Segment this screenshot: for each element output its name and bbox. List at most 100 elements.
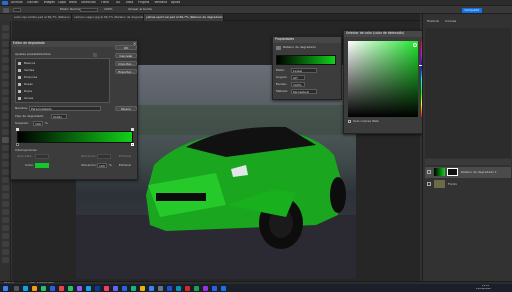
menu-item-8[interactable]: Vista [126,1,138,5]
taskbar-app-icon[interactable] [167,285,172,291]
taskbar-app-icon[interactable] [149,285,154,291]
taskbar-app-icon[interactable] [131,285,136,291]
layer-row[interactable]: Relleno de degradado 1 [425,167,511,178]
opacity-value[interactable]: 100% [104,8,113,11]
gradient-preview-bar[interactable] [17,131,133,143]
document-tab[interactable]: auto-rojo-lambo.psd al 66,7% (Relleno de… [12,14,72,21]
eye-icon[interactable] [427,170,431,174]
tool-icon[interactable] [2,89,9,95]
tool-icon[interactable] [2,33,9,39]
opacity-stop-right[interactable] [131,128,134,131]
taskbar-app-icon[interactable] [59,285,64,291]
cancel-button[interactable]: Cancelar [115,53,137,58]
preset-folder[interactable]: Rosas [18,82,98,88]
tool-icon[interactable] [2,233,9,239]
taskbar-app-icon[interactable] [68,285,73,291]
menu-item-5[interactable]: Selección [81,1,100,5]
color-field-cursor[interactable] [413,43,417,47]
tool-icon[interactable] [2,257,9,263]
tool-icon[interactable] [2,41,9,47]
tool-icon[interactable] [2,193,9,199]
taskbar-app-icon[interactable] [104,285,109,291]
preset-folder[interactable]: Rojos [18,89,98,95]
menu-item-1[interactable]: Edición [27,1,42,5]
tool-icon[interactable] [2,113,9,119]
taskbar-app-icon[interactable] [203,285,208,291]
windows-start-icon[interactable] [3,285,8,291]
tool-icon[interactable] [2,97,9,103]
tool-icon[interactable] [2,241,9,247]
tool-icon[interactable] [2,249,9,255]
tool-icon[interactable] [2,225,9,231]
tool-icon[interactable] [2,121,9,127]
taskbar-app-icon[interactable] [32,285,37,291]
smoothness-input[interactable]: 100 [33,121,43,126]
opacity-stop-left[interactable] [16,128,19,131]
taskbar-app-icon[interactable] [14,285,19,291]
tool-icon[interactable] [2,169,9,175]
scale-input[interactable]: 100% [291,82,305,87]
gradient-tool-icon[interactable] [3,7,9,13]
gear-icon[interactable] [93,53,97,57]
taskbar-app-icon[interactable] [113,285,118,291]
taskbar-app-icon[interactable] [50,285,55,291]
preset-folder[interactable]: Básicos [18,61,98,67]
taskbar-app-icon[interactable] [158,285,163,291]
menu-item-4[interactable]: Texto [69,1,81,5]
tool-icon[interactable] [2,185,9,191]
import-button[interactable]: Importar... [115,61,137,66]
menu-item-9[interactable]: Plugins [138,1,153,5]
tool-icon[interactable] [2,201,9,207]
taskbar-app-icon[interactable] [77,285,82,291]
document-tab[interactable]: camaro-negro.jpg al 66,7% (Relleno de de… [72,14,144,21]
preset-folder[interactable]: Púrpuras [18,75,98,81]
menu-item-7[interactable]: 3D [116,1,125,5]
menu-item-3[interactable]: Capa [58,1,68,5]
stop-opacity-input[interactable] [35,154,49,159]
tool-icon[interactable] [2,65,9,71]
tool-icon[interactable] [2,145,9,151]
color-field[interactable] [348,41,418,117]
taskbar-app-icon[interactable] [212,285,217,291]
menu-item-0[interactable]: Archivo [11,1,26,5]
home-icon[interactable] [13,8,21,12]
taskbar-app-icon[interactable] [122,285,127,291]
taskbar-app-icon[interactable] [221,285,226,291]
tool-icon[interactable] [2,153,9,159]
taskbar-app-icon[interactable] [194,285,199,291]
taskbar-app-icon[interactable] [176,285,181,291]
stop-color-delete[interactable]: Eliminar [119,164,131,167]
layer-row[interactable]: Fondo [425,179,511,190]
tool-icon[interactable] [2,209,9,215]
panel-tab[interactable]: Colores [445,20,456,26]
properties-gradient-preview[interactable] [276,55,336,65]
color-stop-right[interactable] [131,143,134,146]
web-only-checkbox[interactable] [348,120,351,123]
tool-icon[interactable] [2,49,9,55]
tool-icon[interactable] [2,129,9,135]
new-button[interactable]: Nuevo [115,106,137,111]
stop-color-swatch[interactable] [35,163,49,168]
name-input[interactable]: Personalizado [29,106,101,111]
tool-icon[interactable] [2,25,9,31]
mode-select[interactable] [80,8,98,12]
tool-icon[interactable] [2,73,9,79]
menu-item-2[interactable]: Imagen [44,1,57,5]
tool-icon[interactable] [2,81,9,87]
method-select[interactable]: Perceptual [291,89,317,94]
menu-item-6[interactable]: Filtro [101,1,114,5]
tool-icon[interactable] [2,57,9,63]
share-button[interactable]: Compartir [462,8,482,13]
preset-folder[interactable]: Verdes [18,68,98,74]
ok-button[interactable]: OK [115,45,137,50]
export-button[interactable]: Exportar... [115,69,137,74]
tool-icon[interactable] [2,105,9,111]
stop-opacity-delete[interactable]: Eliminar [119,155,131,158]
taskbar-app-icon[interactable] [41,285,46,291]
panel-tab[interactable]: Historial [427,20,439,26]
menu-item-11[interactable]: Ayuda [171,1,183,5]
preset-folder[interactable]: Grises [18,96,98,102]
stop-color-location-input[interactable]: 100 [97,163,107,168]
taskbar-app-icon[interactable] [86,285,91,291]
menu-item-10[interactable]: Ventana [154,1,169,5]
